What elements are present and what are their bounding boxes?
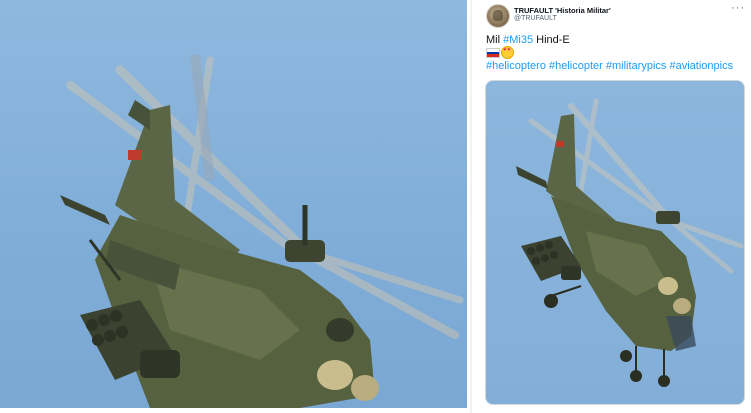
more-options-icon[interactable]: ··· [731, 2, 745, 14]
heart-eyes-emoji-icon [501, 46, 514, 59]
helicopter-closeup-photo [0, 0, 467, 408]
tweet-text-suffix: Hind-E [533, 34, 570, 46]
tweet-text: Mil #Mi35 Hind-E [486, 33, 748, 47]
hashtag-link[interactable]: #aviationpics [669, 60, 733, 72]
hashtags-line: #helicoptero #helicopter #militarypics #… [486, 59, 748, 73]
hashtag-link[interactable]: #helicopter [549, 60, 603, 72]
divider [470, 0, 472, 413]
tweet-media-photo[interactable] [485, 80, 745, 405]
flag-russia-icon [486, 48, 500, 58]
avatar[interactable] [486, 4, 510, 28]
user-handle[interactable]: @TRUFAULT [514, 15, 557, 22]
tweet-text-prefix: Mil [486, 34, 504, 46]
hashtag-link[interactable]: #Mi35 [503, 34, 533, 46]
display-name[interactable]: TRUFAULT 'Historia Militar' [514, 6, 611, 15]
hashtag-link[interactable]: #helicoptero [486, 60, 546, 72]
helicopter-full-illustration [516, 98, 744, 387]
hashtag-link[interactable]: #militarypics [606, 60, 667, 72]
helicopter-closeup-illustration [60, 54, 464, 408]
